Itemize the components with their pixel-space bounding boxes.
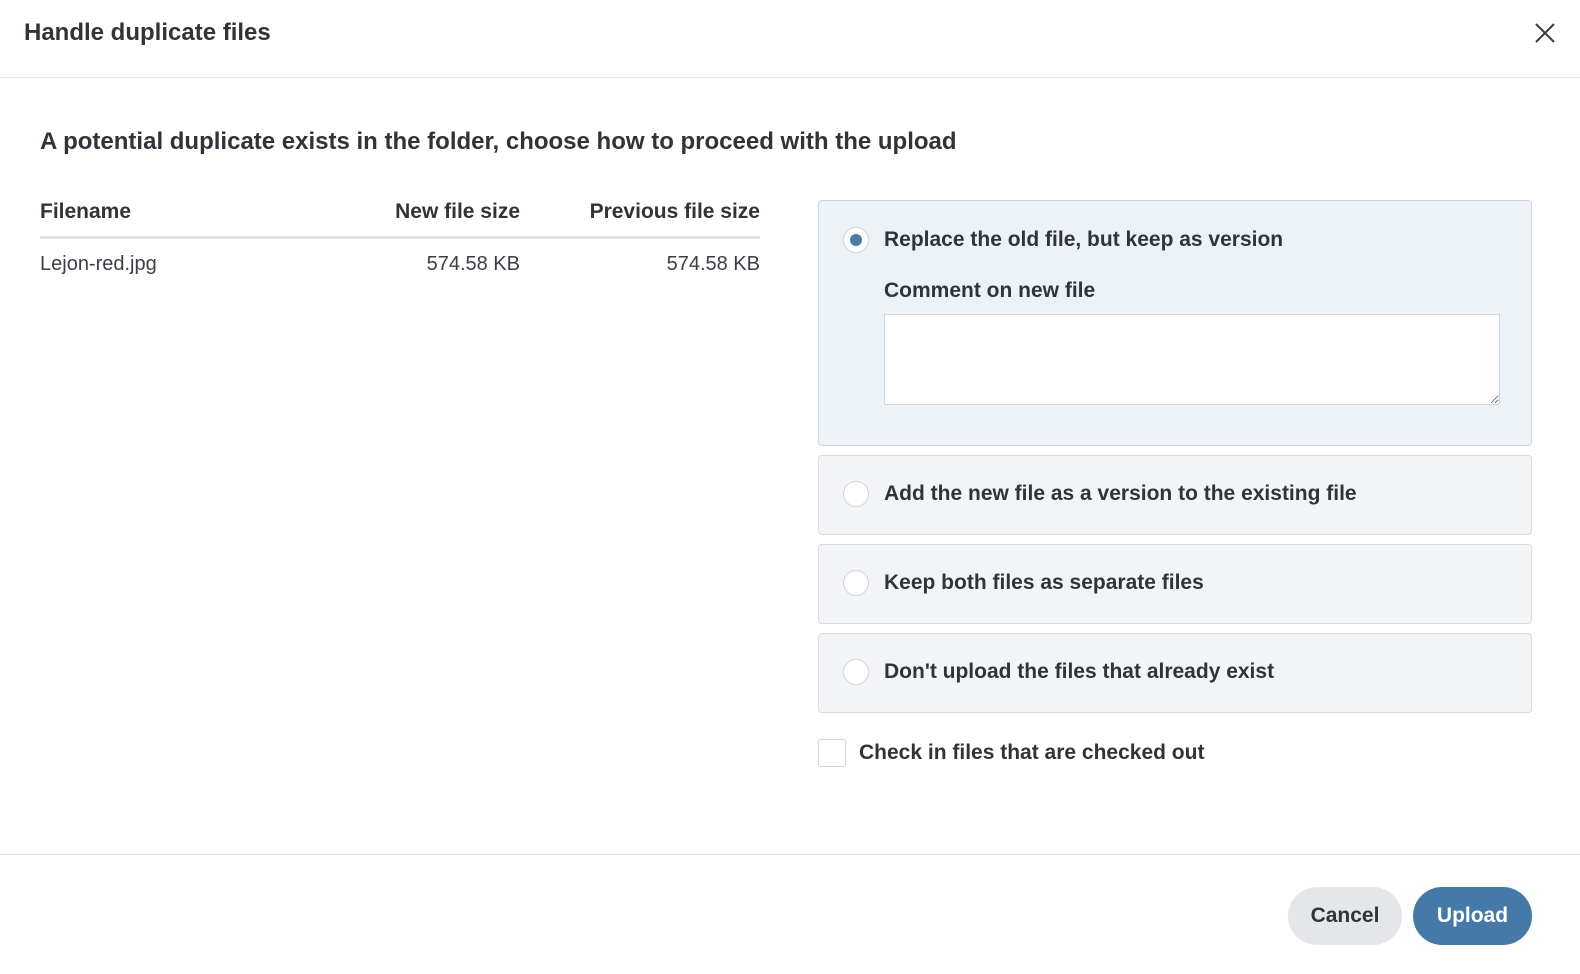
option-row: Don't upload the files that already exis… bbox=[819, 634, 1531, 712]
dialog-footer: Cancel Upload bbox=[0, 854, 1580, 974]
checkin-label: Check in files that are checked out bbox=[859, 741, 1205, 764]
option-replace-keep-version[interactable]: Replace the old file, but keep as versio… bbox=[818, 200, 1532, 446]
table-header-row: Filename New file size Previous file siz… bbox=[40, 200, 760, 239]
upload-button[interactable]: Upload bbox=[1413, 887, 1532, 945]
comment-input[interactable] bbox=[884, 314, 1500, 405]
option-row: Keep both files as separate files bbox=[819, 545, 1531, 623]
option-keep-both[interactable]: Keep both files as separate files bbox=[818, 544, 1532, 624]
duplicate-options: Replace the old file, but keep as versio… bbox=[818, 200, 1532, 722]
option-label: Keep both files as separate files bbox=[884, 571, 1204, 594]
option-label: Add the new file as a version to the exi… bbox=[884, 482, 1357, 505]
cancel-button[interactable]: Cancel bbox=[1288, 887, 1402, 945]
column-header-filename: Filename bbox=[40, 200, 360, 239]
close-button[interactable] bbox=[1530, 18, 1560, 48]
comment-label: Comment on new file bbox=[884, 279, 1096, 302]
dialog-title: Handle duplicate files bbox=[24, 19, 271, 46]
option-add-as-version[interactable]: Add the new file as a version to the exi… bbox=[818, 455, 1532, 535]
option-label: Replace the old file, but keep as versio… bbox=[884, 228, 1284, 251]
close-icon bbox=[1535, 23, 1555, 43]
radio-replace-keep-version[interactable] bbox=[843, 227, 869, 253]
checkin-checkbox[interactable] bbox=[818, 739, 846, 767]
table-row: Lejon-red.jpg 574.58 KB 574.58 KB bbox=[40, 238, 760, 277]
radio-keep-both[interactable] bbox=[843, 570, 869, 596]
comment-block: Comment on new file bbox=[819, 271, 1531, 445]
cell-filename: Lejon-red.jpg bbox=[40, 253, 157, 275]
column-header-previous-size: Previous file size bbox=[520, 200, 760, 239]
radio-add-as-version[interactable] bbox=[843, 481, 869, 507]
dialog-prompt: A potential duplicate exists in the fold… bbox=[40, 128, 957, 155]
duplicate-files-table: Filename New file size Previous file siz… bbox=[40, 200, 760, 276]
dialog-header: Handle duplicate files bbox=[0, 0, 1580, 78]
option-skip-existing[interactable]: Don't upload the files that already exis… bbox=[818, 633, 1532, 713]
column-header-new-size: New file size bbox=[360, 200, 520, 239]
cell-previous-size: 574.58 KB bbox=[666, 253, 760, 275]
handle-duplicates-dialog: Handle duplicate files A potential dupli… bbox=[0, 0, 1580, 974]
radio-skip-existing[interactable] bbox=[843, 659, 869, 685]
option-label: Don't upload the files that already exis… bbox=[884, 660, 1275, 683]
option-row: Add the new file as a version to the exi… bbox=[819, 456, 1531, 534]
option-row: Replace the old file, but keep as versio… bbox=[819, 201, 1531, 271]
cell-new-size: 574.58 KB bbox=[426, 253, 520, 275]
